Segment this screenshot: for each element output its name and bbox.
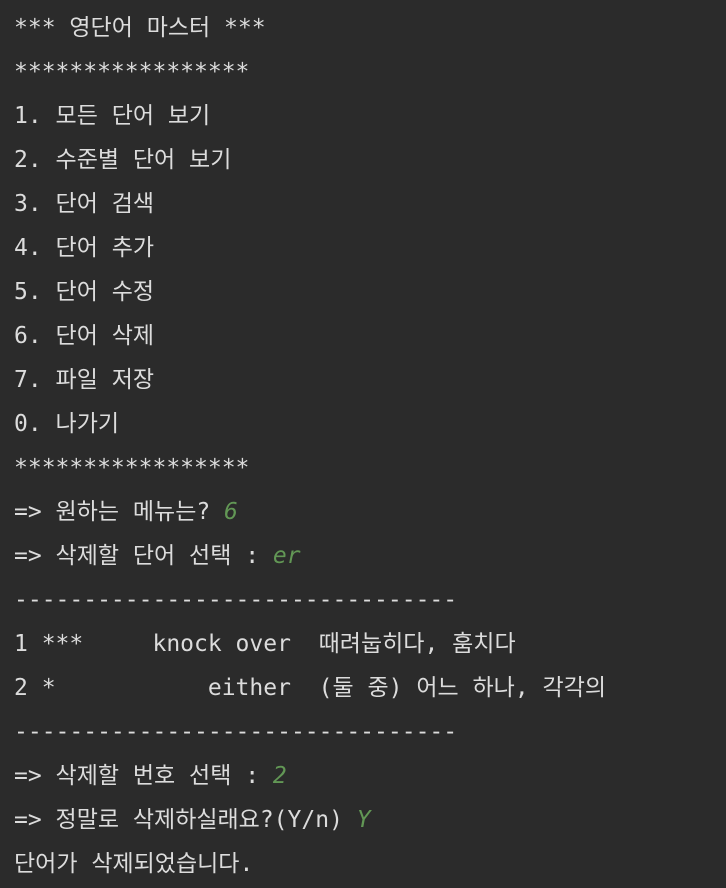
result-row-2: 2 * either (둘 중) 어느 하나, 각각의 xyxy=(14,675,607,701)
word-prompt: => 삭제할 단어 선택 : xyxy=(14,543,273,569)
menu-item-delete: 6. 단어 삭제 xyxy=(14,323,155,349)
confirm-prompt-line: => 정말로 삭제하실래요?(Y/n) Y xyxy=(14,798,726,842)
menu-item-save-file: 7. 파일 저장 xyxy=(14,367,155,393)
star-divider-bottom: ***************** xyxy=(14,455,250,481)
menu-item-exit: 0. 나가기 xyxy=(14,411,120,437)
result-row-1: 1 *** knock over 때려눕히다, 훔치다 xyxy=(14,631,516,657)
menu-item-view-all: 1. 모든 단어 보기 xyxy=(14,103,211,129)
word-prompt-line: => 삭제할 단어 선택 : er xyxy=(14,534,726,578)
star-divider-top: ***************** xyxy=(14,59,250,85)
number-prompt-line: => 삭제할 번호 선택 : 2 xyxy=(14,754,726,798)
number-prompt: => 삭제할 번호 선택 : xyxy=(14,763,273,789)
dash-separator-bottom: -------------------------------- xyxy=(14,719,458,745)
confirm-prompt: => 정말로 삭제하실래요?(Y/n) xyxy=(14,807,357,833)
app-title: *** 영단어 마스터 *** xyxy=(14,15,266,41)
number-input[interactable]: 2 xyxy=(273,763,287,789)
menu-item-view-by-level: 2. 수준별 단어 보기 xyxy=(14,147,232,173)
confirm-input[interactable]: Y xyxy=(357,807,371,833)
menu-prompt-line: => 원하는 메뉴는? 6 xyxy=(14,490,726,534)
menu-item-search: 3. 단어 검색 xyxy=(14,191,155,217)
menu-input[interactable]: 6 xyxy=(224,499,238,525)
word-input[interactable]: er xyxy=(273,543,301,569)
menu-item-add: 4. 단어 추가 xyxy=(14,235,155,261)
result-message: 단어가 삭제되었습니다. xyxy=(14,851,254,877)
menu-prompt: => 원하는 메뉴는? xyxy=(14,499,225,525)
menu-item-edit: 5. 단어 수정 xyxy=(14,279,155,305)
dash-separator-top: -------------------------------- xyxy=(14,587,458,613)
console-output: *** 영단어 마스터 *** ***************** 1. 모든 … xyxy=(0,0,726,888)
